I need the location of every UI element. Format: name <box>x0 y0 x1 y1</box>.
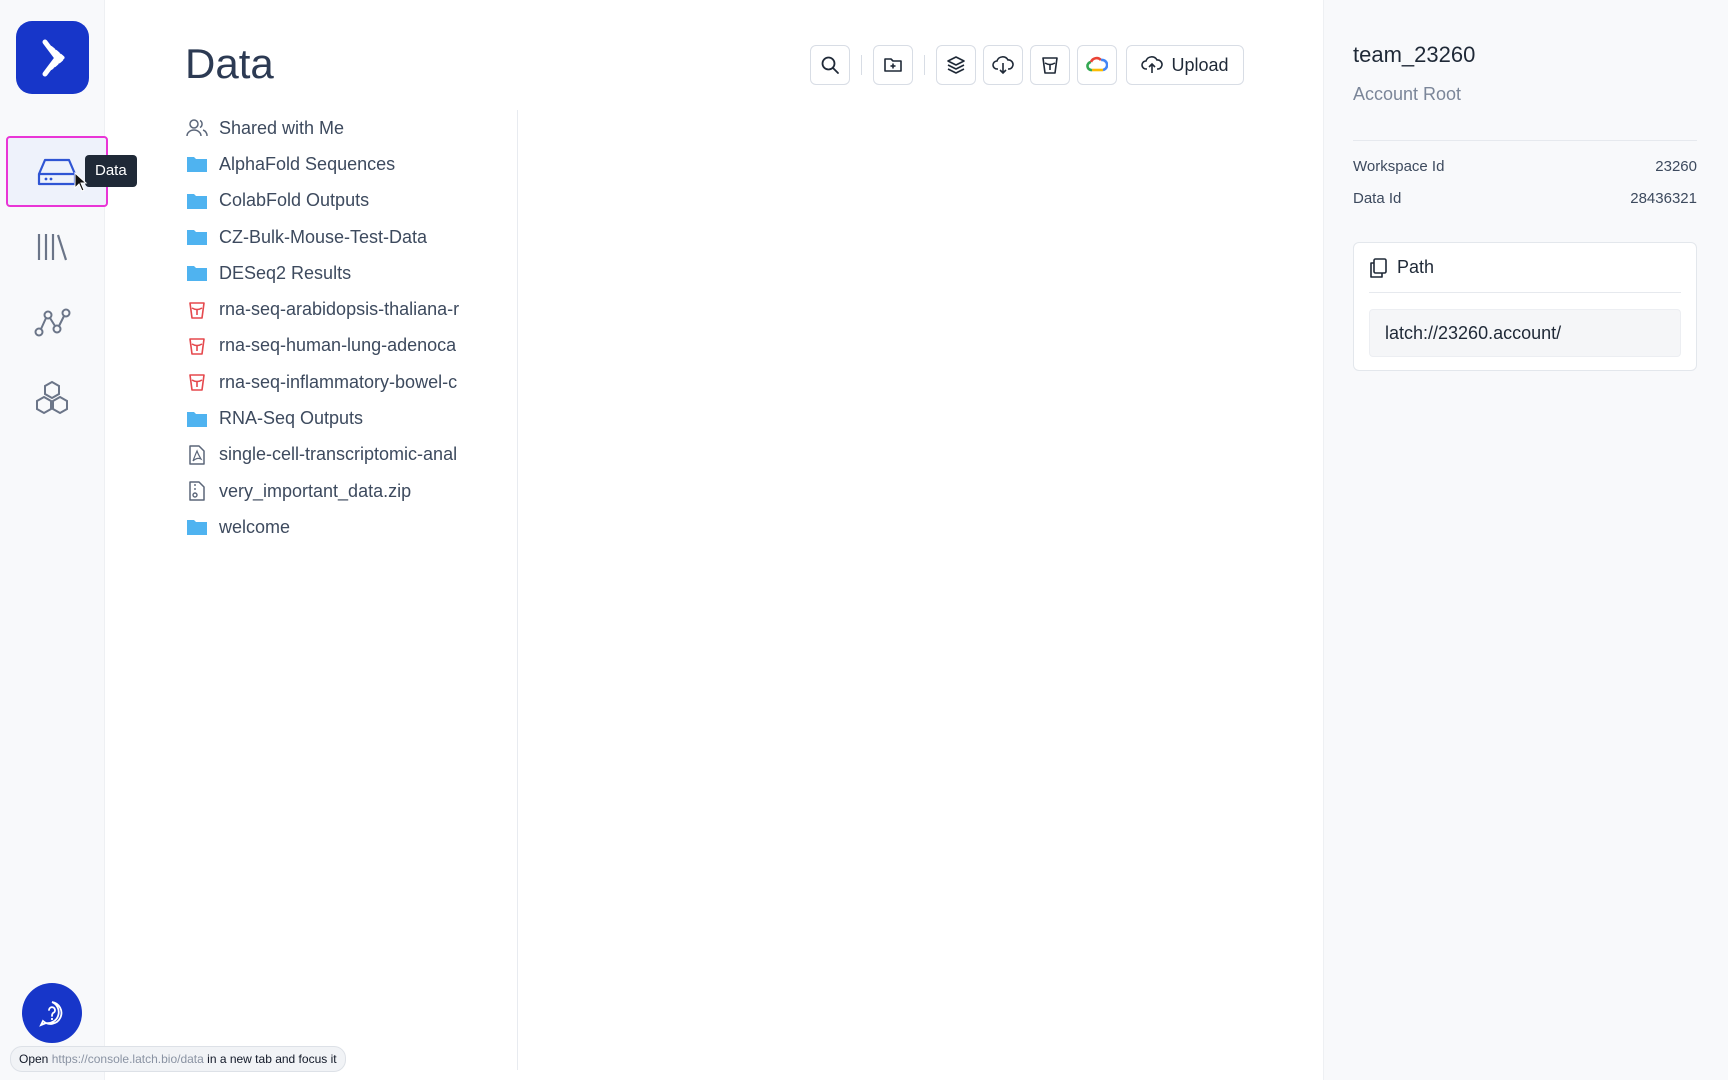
cloud-download-icon <box>992 56 1014 75</box>
list-item-folder[interactable]: ColabFold Outputs <box>186 183 476 219</box>
help-chat-icon <box>39 1001 63 1027</box>
nav-item-registry[interactable] <box>18 370 86 426</box>
toolbar-divider <box>861 55 862 75</box>
list-item-label: DESeq2 Results <box>219 262 352 283</box>
upload-label: Upload <box>1171 54 1229 75</box>
list-item-label: ColabFold Outputs <box>219 190 370 211</box>
search-button[interactable] <box>810 45 850 85</box>
list-item-label: AlphaFold Sequences <box>219 153 396 174</box>
bucket-button[interactable] <box>1030 45 1070 85</box>
list-item-bucket[interactable]: rna-seq-inflammatory-bowel-c <box>186 364 476 400</box>
folder-icon <box>187 520 207 536</box>
status-suffix: in a new tab and focus it <box>207 1052 337 1066</box>
list-item-label: CZ-Bulk-Mouse-Test-Data <box>219 226 428 247</box>
zip-file-icon <box>189 481 205 501</box>
workspace-name: team_23260 <box>1353 42 1476 67</box>
folder-icon <box>187 193 207 209</box>
google-cloud-button[interactable] <box>1077 45 1117 85</box>
nav-tooltip: Data <box>85 155 137 187</box>
list-item-bucket[interactable]: rna-seq-arabidopsis-thaliana-r <box>186 291 476 327</box>
cloud-download-button[interactable] <box>983 45 1023 85</box>
list-item-folder[interactable]: RNA-Seq Outputs <box>186 400 476 436</box>
path-header: Path <box>1369 257 1434 278</box>
layers-button[interactable] <box>936 45 976 85</box>
list-item-folder[interactable]: AlphaFold Sequences <box>186 146 476 182</box>
library-icon <box>37 234 68 261</box>
toolbar-divider <box>924 55 925 75</box>
folder-icon <box>187 266 207 282</box>
latch-logo[interactable] <box>16 21 89 94</box>
list-item-label: single-cell-transcriptomic-anal <box>219 444 458 465</box>
folder-icon <box>187 411 207 427</box>
graph-nodes-icon <box>34 308 71 337</box>
new-folder-icon <box>884 58 902 72</box>
details-divider <box>1353 140 1697 141</box>
users-icon <box>186 119 208 137</box>
data-id-value: 28436321 <box>1630 190 1697 207</box>
list-item-label: very_important_data.zip <box>219 480 412 501</box>
bucket-icon <box>189 374 205 392</box>
google-cloud-icon <box>1086 56 1108 72</box>
layers-icon <box>947 56 965 74</box>
file-list: Shared with Me AlphaFold Sequences Colab… <box>186 110 476 546</box>
path-label: Path <box>1397 257 1435 277</box>
list-item-label: RNA-Seq Outputs <box>219 408 364 429</box>
logo-icon <box>42 39 66 76</box>
status-prefix: Open <box>19 1052 49 1066</box>
data-id-row: Data Id 28436321 <box>1353 190 1697 207</box>
status-url: https://console.latch.bio/data <box>51 1052 204 1066</box>
cloud-upload-icon <box>1141 56 1164 73</box>
workspace-id-value: 23260 <box>1655 158 1697 175</box>
folder-icon <box>187 230 207 246</box>
nav-item-workflows[interactable] <box>18 295 86 351</box>
list-item-label: rna-seq-human-lung-adenoca <box>219 335 457 356</box>
list-item-folder[interactable]: CZ-Bulk-Mouse-Test-Data <box>186 219 476 255</box>
search-icon <box>821 56 839 74</box>
bucket-icon <box>1042 57 1058 74</box>
copy-icon[interactable] <box>1369 257 1387 278</box>
pdf-file-icon <box>189 445 205 465</box>
bucket-icon <box>189 301 205 319</box>
hexagons-icon <box>36 380 68 415</box>
list-item-label: rna-seq-arabidopsis-thaliana-r <box>219 299 460 320</box>
path-value[interactable]: latch://23260.account/ <box>1369 309 1681 357</box>
data-id-label: Data Id <box>1353 190 1402 207</box>
bucket-icon <box>189 338 205 355</box>
list-item-label: rna-seq-inflammatory-bowel-c <box>219 371 458 392</box>
hard-drive-icon <box>37 158 77 185</box>
mouse-cursor-icon <box>74 172 88 192</box>
column-divider[interactable] <box>517 110 518 1070</box>
path-divider <box>1369 292 1681 293</box>
workspace-id-row: Workspace Id 23260 <box>1353 158 1697 175</box>
list-item-file[interactable]: single-cell-transcriptomic-anal <box>186 437 476 473</box>
details-panel: team_23260 Account Root Workspace Id 232… <box>1323 0 1728 1080</box>
nav-item-library[interactable] <box>18 219 86 275</box>
list-item-label: welcome <box>219 516 291 537</box>
list-item-folder[interactable]: welcome <box>186 509 476 545</box>
path-card: Path latch://23260.account/ <box>1353 242 1697 371</box>
upload-button[interactable]: Upload <box>1126 45 1244 85</box>
help-button[interactable] <box>22 983 82 1043</box>
new-folder-button[interactable] <box>873 45 913 85</box>
list-item-shared-with-me[interactable]: Shared with Me <box>186 110 476 146</box>
page-title: Data <box>185 40 274 87</box>
folder-icon <box>187 157 207 173</box>
status-bar-link-preview: Open https://console.latch.bio/data in a… <box>10 1046 346 1072</box>
list-item-label: Shared with Me <box>219 117 345 138</box>
workspace-subtitle: Account Root <box>1353 84 1462 104</box>
list-item-bucket[interactable]: rna-seq-human-lung-adenoca <box>186 328 476 364</box>
list-item-file[interactable]: very_important_data.zip <box>186 473 476 509</box>
workspace-id-label: Workspace Id <box>1353 158 1445 175</box>
list-item-folder[interactable]: DESeq2 Results <box>186 255 476 291</box>
